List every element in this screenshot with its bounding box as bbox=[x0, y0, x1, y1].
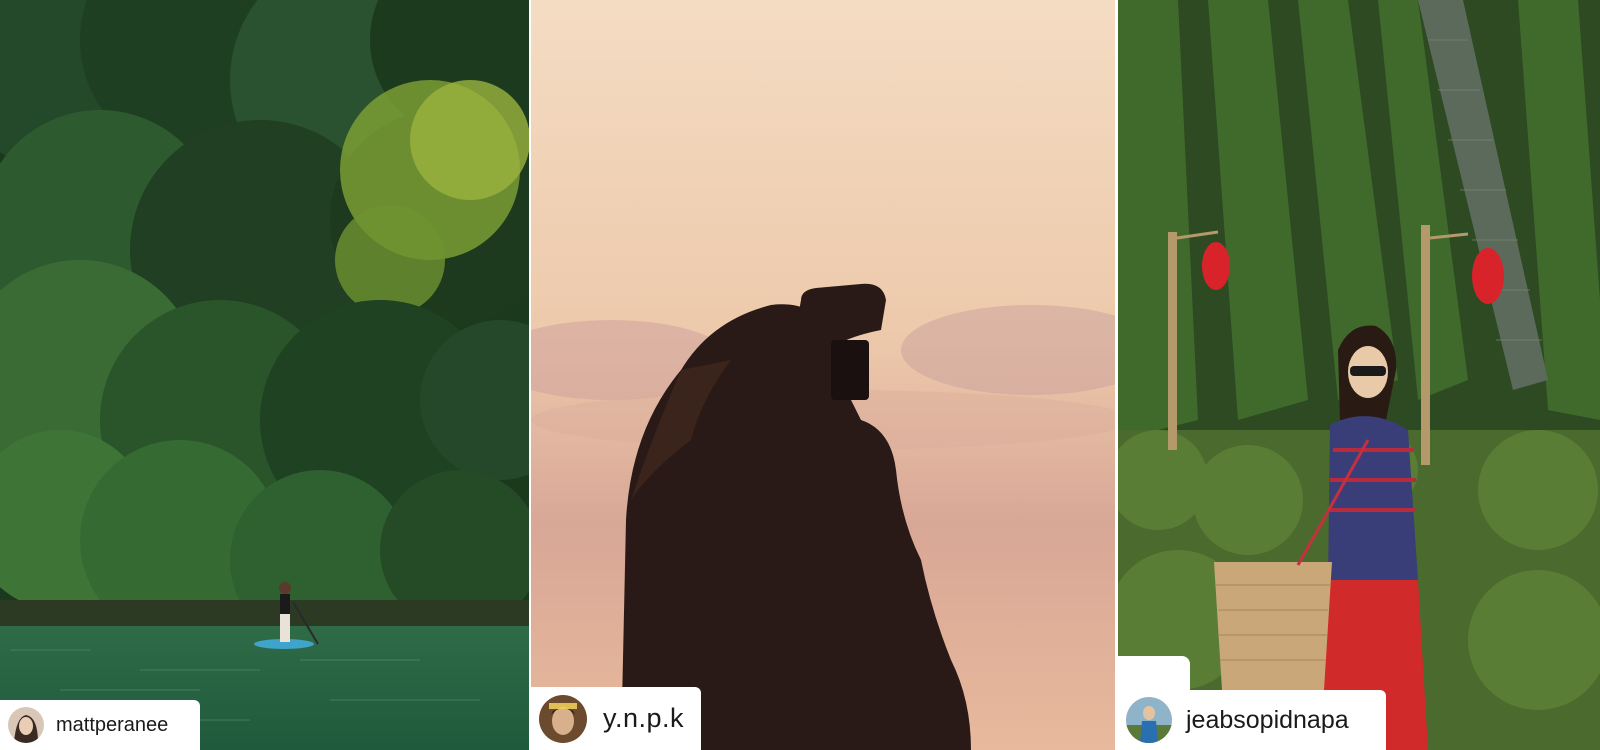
user-tag-ynpk[interactable]: y.n.p.k bbox=[531, 687, 701, 750]
avatar-portrait-icon bbox=[8, 707, 44, 743]
avatar[interactable] bbox=[1126, 697, 1172, 743]
tea-plantation-image bbox=[1118, 0, 1600, 750]
photo-sunset-silhouette bbox=[531, 0, 1115, 750]
photo-forest-river bbox=[0, 0, 529, 750]
user-tag-jeabsopidnapa[interactable]: jeabsopidnapa bbox=[1118, 690, 1386, 750]
avatar[interactable] bbox=[8, 707, 44, 743]
forest-river-image bbox=[0, 0, 529, 750]
avatar-portrait-icon bbox=[1126, 697, 1172, 743]
username-label[interactable]: jeabsopidnapa bbox=[1186, 706, 1349, 735]
photo-tea-plantation bbox=[1118, 0, 1600, 750]
sunset-silhouette-image bbox=[531, 0, 1115, 750]
avatar[interactable] bbox=[539, 694, 587, 743]
avatar-portrait-icon bbox=[539, 694, 587, 743]
user-tag-mattperanee[interactable]: mattperanee bbox=[0, 700, 200, 750]
username-label[interactable]: y.n.p.k bbox=[603, 703, 684, 734]
username-label[interactable]: mattperanee bbox=[56, 714, 168, 737]
